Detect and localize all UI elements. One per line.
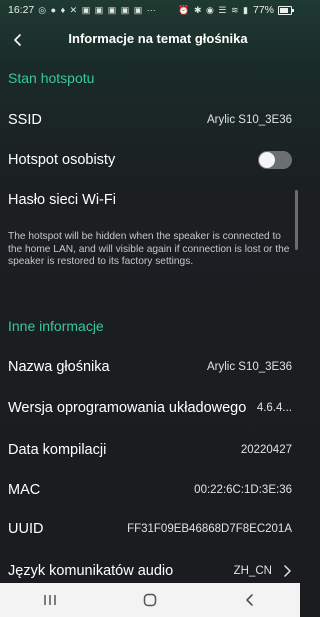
build-date-row: Data kompilacji 20220427 <box>0 430 300 470</box>
recent-apps-icon <box>44 595 56 605</box>
build-date-value: 20220427 <box>240 444 292 456</box>
status-bar-right: ⏰ ✱ ◉ ☰ ≋ ▮ 77% <box>178 4 294 16</box>
mac-label: MAC <box>8 482 41 498</box>
system-icons: ⏰ ✱ ◉ ☰ ≋ ▮ <box>178 4 249 15</box>
private-hotspot-toggle[interactable] <box>258 151 292 169</box>
hotspot-description: The hotspot will be hidden when the spea… <box>8 231 290 268</box>
build-date-label: Data kompilacji <box>8 442 107 458</box>
notification-icons: ◎ ● ♦ ✕ ▣ ▣ ▣ ▣ ▣ ⋯ <box>38 4 157 15</box>
home-icon <box>143 593 157 607</box>
wifi-password-label: Hasło sieci Wi-Fi <box>8 192 116 208</box>
section-heading-hotspot: Stan hotspotu <box>8 70 95 86</box>
section-heading-other: Inne informacje <box>8 318 104 334</box>
uuid-label: UUID <box>8 521 44 537</box>
ssid-row: SSID Arylic S10_3E36 <box>0 100 300 140</box>
mac-value: 00:22:6C:1D:3E:36 <box>194 484 292 496</box>
audio-language-value: ZH_CN <box>233 565 272 577</box>
firmware-value: 4.6.4... <box>256 402 292 414</box>
speaker-name-label: Nazwa głośnika <box>8 359 110 375</box>
status-bar: 16:27 ◎ ● ♦ ✕ ▣ ▣ ▣ ▣ ▣ ⋯ ⏰ ✱ ◉ ☰ ≋ ▮ 77… <box>0 0 300 20</box>
audio-language-label: Język komunikatów audio <box>8 563 174 579</box>
chevron-right-icon <box>284 565 291 577</box>
firmware-row: Wersja oprogramowania układowego 4.6.4..… <box>0 388 300 428</box>
uuid-row: UUID FF31F09EB46868D7F8EC201A <box>0 509 300 549</box>
system-back-button[interactable] <box>230 585 270 615</box>
ssid-label: SSID <box>8 112 42 128</box>
audio-language-value-wrap: ZH_CN <box>234 565 292 577</box>
firmware-label: Wersja oprogramowania układowego <box>8 400 247 416</box>
back-arrow-icon <box>246 594 253 606</box>
battery-percent: 77% <box>252 4 274 16</box>
scrollbar[interactable] <box>295 190 298 250</box>
ssid-value: Arylic S10_3E36 <box>206 114 292 126</box>
recent-apps-button[interactable] <box>30 585 70 615</box>
battery-icon <box>278 5 294 15</box>
private-hotspot-label: Hotspot osobisty <box>8 152 116 168</box>
uuid-value: FF31F09EB46868D7F8EC201A <box>127 523 292 535</box>
mac-row: MAC 00:22:6C:1D:3E:36 <box>0 470 300 510</box>
private-hotspot-row: Hotspot osobisty <box>0 140 300 180</box>
toggle-knob <box>259 152 275 168</box>
wifi-password-row[interactable]: Hasło sieci Wi-Fi <box>0 180 300 220</box>
page-title: Informacje na temat głośnika <box>68 31 248 46</box>
status-time: 16:27 <box>8 4 35 16</box>
speaker-name-row[interactable]: Nazwa głośnika Arylic S10_3E36 <box>0 347 300 387</box>
app-header: Informacje na temat głośnika <box>0 20 300 60</box>
speaker-name-value: Arylic S10_3E36 <box>206 361 292 373</box>
home-button[interactable] <box>130 585 170 615</box>
system-nav-bar <box>0 583 300 617</box>
status-bar-left: 16:27 ◎ ● ♦ ✕ ▣ ▣ ▣ ▣ ▣ ⋯ <box>8 4 157 16</box>
